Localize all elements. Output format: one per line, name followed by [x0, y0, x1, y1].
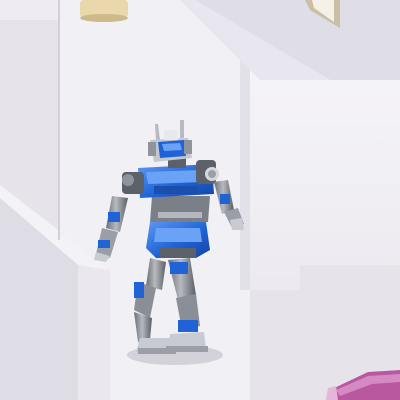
left-column: [58, 0, 60, 240]
lamp-base: [80, 0, 128, 22]
scene-canvas: [0, 0, 400, 400]
robot-pelvis: [146, 222, 210, 258]
robot-waist: [150, 196, 210, 222]
left-partition-face: [78, 265, 110, 400]
robot-waist-band: [158, 212, 202, 218]
robot-right-antenna: [180, 120, 184, 138]
simulation-viewport[interactable]: [0, 0, 400, 400]
